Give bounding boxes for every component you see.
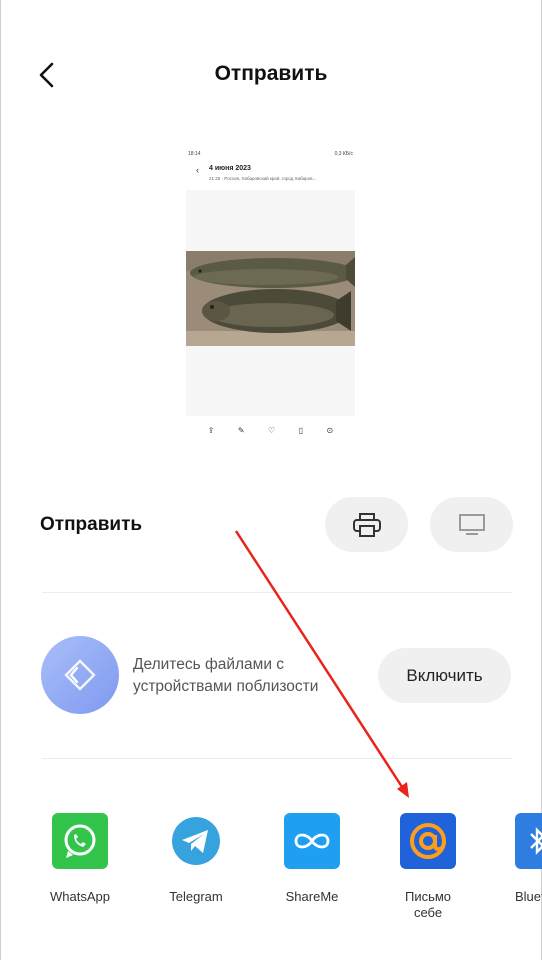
cast-screen-button[interactable] (430, 497, 513, 552)
app-label-bluetooth: Bluetooth (515, 889, 542, 904)
window-frame-left (0, 0, 1, 960)
preview-toolbar: ⇪ ✎ ♡ ▯ ⊙ (186, 424, 355, 438)
app-label-mail-self: Письмо себе (404, 889, 452, 920)
preview-status-bar: 18:14 0,3 КБ/с (188, 150, 353, 158)
monitor-icon (458, 513, 485, 535)
preview-date: 4 июня 2023 (209, 165, 251, 172)
nearby-share-logo-icon (64, 659, 96, 691)
app-whatsapp[interactable]: WhatsApp (25, 813, 135, 905)
bluetooth-icon (515, 813, 542, 869)
edit-icon: ✎ (237, 426, 245, 435)
printer-icon (352, 512, 381, 537)
app-bluetooth[interactable]: Bluetooth (515, 813, 542, 905)
screenshot-preview[interactable]: 18:14 0,3 КБ/с ‹ 4 июня 2023 21:25 · Рос… (186, 148, 355, 446)
fish-photo (186, 251, 355, 346)
preview-header: ‹ 4 июня 2023 21:25 · Россия, Хабаровски… (186, 162, 355, 190)
enable-nearby-button[interactable]: Включить (378, 648, 511, 703)
print-button[interactable] (325, 497, 408, 552)
whatsapp-icon (52, 813, 108, 869)
preview-body (186, 190, 355, 416)
app-shareme[interactable]: ShareMe (257, 813, 367, 905)
app-label-shareme: ShareMe (285, 889, 339, 904)
share-icon: ⇪ (207, 426, 215, 435)
app-mail-self[interactable]: Письмо себе (373, 813, 483, 921)
send-section-title: Отправить (40, 514, 143, 535)
divider-bottom (42, 758, 512, 759)
mail-at-icon (400, 813, 456, 869)
app-telegram[interactable]: Telegram (141, 813, 251, 905)
preview-status-right: 0,3 КБ/с (334, 151, 353, 157)
nearby-share-icon (41, 636, 119, 714)
preview-back-icon: ‹ (196, 165, 199, 175)
app-label-whatsapp: WhatsApp (50, 889, 110, 904)
trash-icon: ▯ (298, 426, 304, 435)
preview-status-time: 18:14 (188, 151, 201, 157)
shareme-icon (284, 813, 340, 869)
nearby-share-description: Делитесь файлами с устройствами поблизос… (133, 656, 319, 695)
app-label-telegram: Telegram (169, 889, 223, 904)
divider-top (42, 592, 512, 593)
telegram-icon (168, 813, 224, 869)
more-icon: ⊙ (326, 426, 334, 435)
preview-location: 21:25 · Россия, Хабаровский край, город … (209, 176, 317, 181)
heart-icon: ♡ (268, 426, 276, 435)
page-title: Отправить (214, 62, 328, 85)
